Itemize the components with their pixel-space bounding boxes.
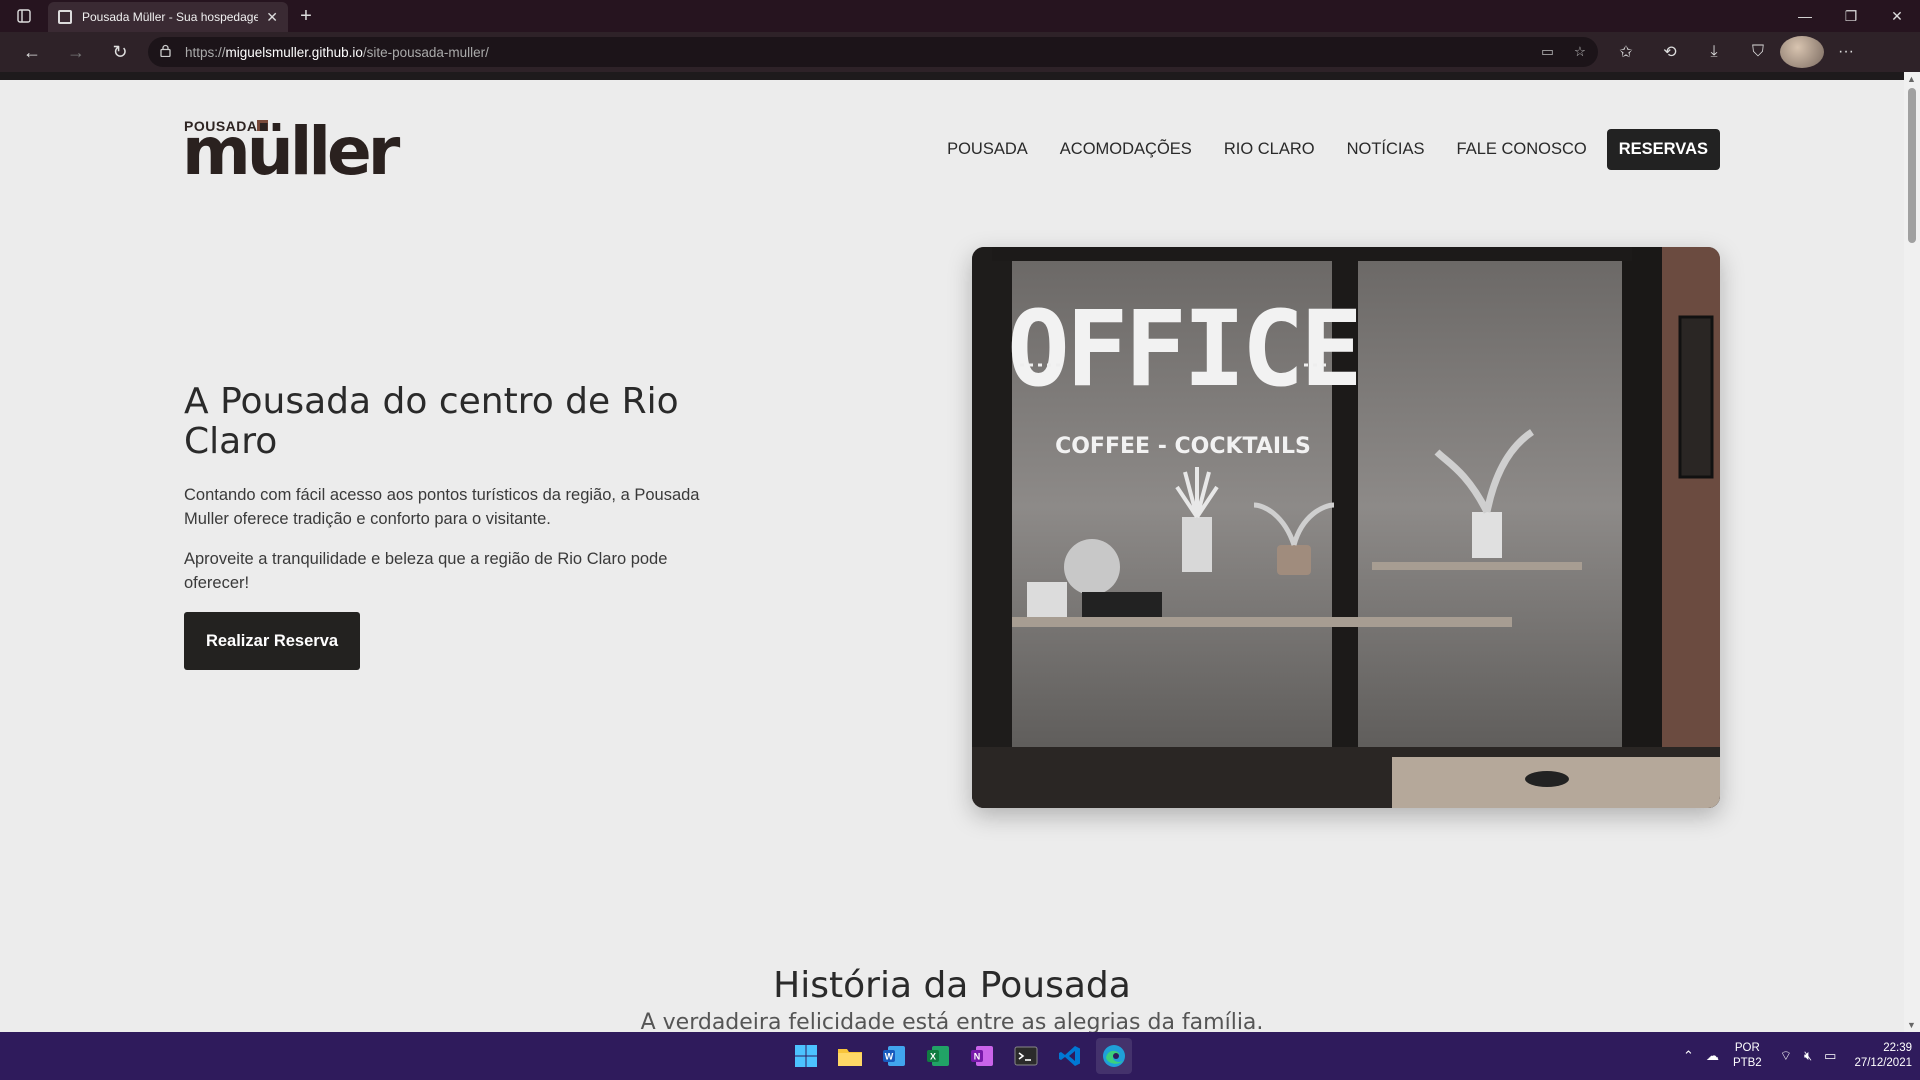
downloads-icon[interactable]: ⤓ bbox=[1692, 36, 1736, 68]
image-sign-sub: COFFEE - COCKTAILS bbox=[1055, 434, 1311, 459]
language-code: POR bbox=[1734, 1042, 1760, 1054]
start-icon[interactable] bbox=[788, 1038, 824, 1074]
history-title: História da Pousada bbox=[773, 965, 1131, 1006]
more-options-icon[interactable]: ··· bbox=[1824, 36, 1868, 68]
history-subtitle: A verdadeira felicidade está entre as al… bbox=[640, 1010, 1264, 1032]
svg-text:X: X bbox=[930, 1052, 936, 1062]
onenote-icon[interactable]: N bbox=[964, 1038, 1000, 1074]
svg-text:W: W bbox=[885, 1052, 894, 1062]
terminal-icon[interactable] bbox=[1008, 1038, 1044, 1074]
add-favorite-icon[interactable]: ☆ bbox=[1574, 44, 1586, 60]
volume-muted-icon[interactable]: 🔇︎ bbox=[1804, 1048, 1812, 1064]
page-favicon-icon bbox=[58, 10, 72, 24]
language-indicator[interactable]: POR PTB2 bbox=[1733, 1041, 1762, 1071]
taskbar: W X N ⌃ ☁ POR PTB2 ⌔ 🔇︎ ▭ 22:39 27/12/20… bbox=[0, 1032, 1920, 1080]
nav-acomodacoes[interactable]: ACOMODAÇÕES bbox=[1060, 140, 1192, 159]
window-close-icon[interactable]: ✕ bbox=[1874, 0, 1920, 32]
nav-reservas-button[interactable]: RESERVAS bbox=[1606, 129, 1720, 170]
tab-close-icon[interactable]: ✕ bbox=[266, 9, 278, 26]
page-scrollbar[interactable]: ▲ ▼ bbox=[1904, 72, 1920, 1032]
logo-big-text: müller bbox=[182, 113, 400, 190]
clock-time: 22:39 bbox=[1883, 1042, 1912, 1054]
scroll-up-icon[interactable]: ▲ bbox=[1907, 74, 1916, 84]
svg-text:N: N bbox=[974, 1052, 981, 1062]
url-host: miguelsmuller.github.io bbox=[225, 44, 363, 60]
lock-icon[interactable] bbox=[160, 44, 171, 60]
profile-avatar[interactable] bbox=[1780, 36, 1824, 68]
browser-tab-bar: Pousada Müller - Sua hospedagem ✕ + — ❐ … bbox=[0, 0, 1920, 32]
favorites-icon[interactable]: ✩ bbox=[1604, 36, 1648, 68]
tab-actions-icon[interactable] bbox=[0, 0, 48, 32]
hero-title: A Pousada do centro de Rio Claro bbox=[184, 381, 679, 462]
history-icon[interactable]: ⟲ bbox=[1648, 36, 1692, 68]
battery-icon[interactable]: ▭ bbox=[1824, 1048, 1836, 1064]
file-explorer-icon[interactable] bbox=[832, 1038, 868, 1074]
word-icon[interactable]: W bbox=[876, 1038, 912, 1074]
nav-rio-claro[interactable]: RIO CLARO bbox=[1224, 140, 1315, 159]
site-logo[interactable]: POUSADA müller bbox=[182, 113, 424, 190]
nav-fale-conosco[interactable]: FALE CONOSCO bbox=[1457, 140, 1587, 159]
main-nav: POUSADA ACOMODAÇÕES RIO CLARO NOTÍCIAS F… bbox=[915, 129, 1720, 170]
reader-mode-icon[interactable]: ▭ bbox=[1541, 44, 1554, 60]
browser-tab-active[interactable]: Pousada Müller - Sua hospedagem ✕ bbox=[48, 2, 288, 32]
url-path: /site-pousada-muller/ bbox=[362, 44, 489, 60]
vscode-icon[interactable] bbox=[1052, 1038, 1088, 1074]
clock-date: 27/12/2021 bbox=[1854, 1057, 1912, 1069]
hero-paragraph-2: Aproveite a tranquilidade e beleza que a… bbox=[184, 550, 668, 592]
tab-title: Pousada Müller - Sua hospedagem bbox=[82, 10, 259, 24]
web-page: POUSADA müller POUSADA ACOMODAÇÕES RIO C… bbox=[0, 80, 1904, 1032]
back-icon[interactable]: ← bbox=[10, 36, 54, 68]
realizar-reserva-button[interactable]: Realizar Reserva bbox=[184, 612, 360, 670]
restore-icon[interactable]: ❐ bbox=[1828, 0, 1874, 32]
address-bar[interactable]: https://miguelsmuller.github.io/site-pou… bbox=[148, 37, 1598, 67]
browser-essentials-icon[interactable]: ⛉ bbox=[1736, 36, 1780, 68]
hero-paragraph-1: Contando com fácil acesso aos pontos tur… bbox=[184, 486, 700, 528]
new-tab-icon[interactable]: + bbox=[288, 0, 324, 32]
edge-icon[interactable] bbox=[1096, 1038, 1132, 1074]
wifi-icon[interactable]: ⌔ bbox=[1780, 1048, 1792, 1064]
page-top-bar bbox=[0, 72, 1904, 80]
show-hidden-icons-icon[interactable]: ⌃ bbox=[1683, 1048, 1694, 1064]
cafe-window-photo: OFFICE COFFEE - COCKTAILS bbox=[972, 247, 1720, 808]
browser-toolbar: ← → ↻ https://miguelsmuller.github.io/si… bbox=[0, 32, 1920, 72]
keyboard-layout: PTB2 bbox=[1732, 1057, 1762, 1069]
scrollbar-thumb[interactable] bbox=[1908, 88, 1916, 243]
url-scheme: https:// bbox=[185, 44, 226, 60]
hero-image: OFFICE COFFEE - COCKTAILS bbox=[972, 247, 1720, 808]
onedrive-icon[interactable]: ☁ bbox=[1706, 1048, 1719, 1064]
image-sign-main: OFFICE bbox=[1007, 288, 1359, 410]
refresh-icon[interactable]: ↻ bbox=[98, 36, 142, 68]
forward-icon[interactable]: → bbox=[54, 36, 98, 68]
nav-pousada[interactable]: POUSADA bbox=[947, 140, 1028, 159]
minimize-icon[interactable]: — bbox=[1782, 0, 1828, 32]
scroll-down-icon[interactable]: ▼ bbox=[1907, 1020, 1916, 1030]
clock[interactable]: 22:39 27/12/2021 bbox=[1854, 1041, 1912, 1071]
nav-noticias[interactable]: NOTÍCIAS bbox=[1347, 140, 1425, 159]
excel-icon[interactable]: X bbox=[920, 1038, 956, 1074]
